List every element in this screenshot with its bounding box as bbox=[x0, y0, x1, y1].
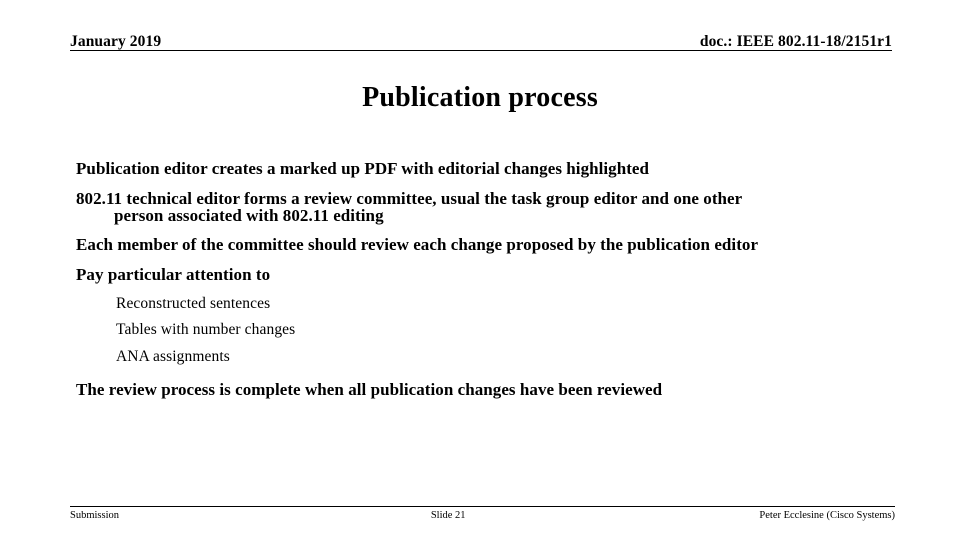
footer-submission-label: Submission bbox=[70, 510, 120, 521]
bullet-text-continuation: person associated with 802.11 editing bbox=[114, 205, 384, 225]
header-date: January 2019 bbox=[70, 32, 162, 50]
bullet-item: Pay particular attention to bbox=[76, 266, 900, 283]
bullet-text: 802.11 technical editor forms a review c… bbox=[76, 188, 743, 208]
slide-footer: Submission Slide 21 Peter Ecclesine (Cis… bbox=[70, 510, 895, 523]
bullet-item: Each member of the committee should revi… bbox=[76, 236, 900, 253]
bullet-text: Pay particular attention to bbox=[76, 264, 271, 284]
footer-divider bbox=[70, 506, 895, 507]
sub-bullet-text: ANA assignments bbox=[116, 347, 230, 365]
bullet-item: The review process is complete when all … bbox=[76, 381, 900, 398]
sub-bullet-item: Reconstructed sentences bbox=[116, 294, 900, 312]
slide-body: Publication editor creates a marked up P… bbox=[70, 160, 900, 411]
footer-author: Peter Ecclesine (Cisco Systems) bbox=[759, 510, 895, 521]
slide: January 2019 doc.: IEEE 802.11-18/2151r1… bbox=[0, 0, 960, 540]
bullet-text: Publication editor creates a marked up P… bbox=[76, 159, 650, 178]
bullet-item: 802.11 technical editor forms a review c… bbox=[76, 190, 900, 224]
slide-header: January 2019 doc.: IEEE 802.11-18/2151r1 bbox=[70, 28, 892, 52]
sub-bullet-item: ANA assignments bbox=[116, 347, 900, 365]
header-document-number: doc.: IEEE 802.11-18/2151r1 bbox=[699, 32, 892, 50]
bullet-item: Publication editor creates a marked up P… bbox=[76, 160, 900, 177]
page-title: Publication process bbox=[362, 82, 598, 113]
sub-bullet-text: Tables with number changes bbox=[116, 321, 296, 338]
sub-bullet-text: Reconstructed sentences bbox=[116, 294, 271, 312]
sub-bullet-item: Tables with number changes bbox=[116, 322, 900, 338]
bullet-text: Each member of the committee should revi… bbox=[76, 235, 759, 254]
header-divider bbox=[70, 50, 892, 51]
footer-slide-number: Slide 21 bbox=[430, 510, 466, 521]
bullet-text: The review process is complete when all … bbox=[76, 380, 663, 399]
header-row: January 2019 doc.: IEEE 802.11-18/2151r1 bbox=[70, 28, 892, 49]
